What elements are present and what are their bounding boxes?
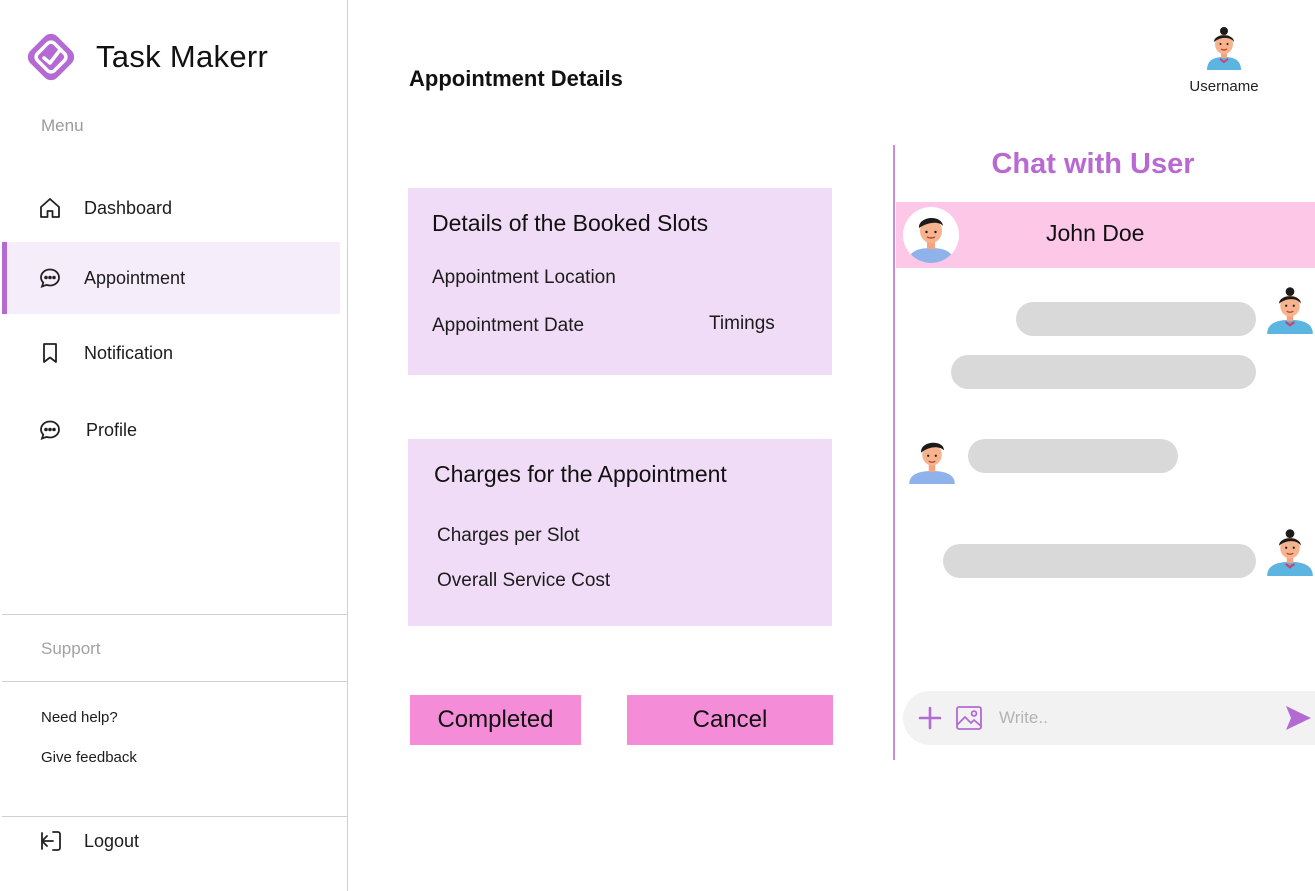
completed-button[interactable]: Completed bbox=[410, 695, 581, 745]
logout-icon bbox=[38, 828, 64, 854]
home-icon bbox=[38, 196, 62, 220]
sidebar-item-label: Notification bbox=[84, 342, 174, 363]
sidebar-item-label: Appointment bbox=[84, 267, 186, 288]
user-avatar-icon bbox=[1207, 27, 1241, 70]
sidebar-item-label: Profile bbox=[86, 419, 138, 440]
timings-label: Timings bbox=[709, 313, 775, 334]
contact-name: John Doe bbox=[1046, 220, 1145, 246]
sidebar-divider bbox=[2, 816, 348, 817]
chat-bubble-icon bbox=[38, 418, 62, 442]
user-profile[interactable]: Username bbox=[1176, 24, 1272, 95]
sidebar-divider bbox=[2, 614, 348, 615]
contact-avatar-icon bbox=[909, 442, 955, 484]
app-name: Task Makerr bbox=[96, 39, 269, 74]
logout-label: Logout bbox=[84, 830, 140, 851]
chat-message-bubble bbox=[951, 355, 1256, 389]
sidebar-item-dashboard[interactable]: Dashboard bbox=[2, 172, 340, 244]
chat-message-bubble bbox=[943, 544, 1256, 578]
logo-icon bbox=[27, 33, 75, 81]
appointment-date-label: Appointment Date bbox=[432, 315, 585, 336]
overall-service-cost-label: Overall Service Cost bbox=[437, 570, 611, 591]
chat-title: Chat with User bbox=[991, 148, 1195, 180]
chat-message-bubble bbox=[1016, 302, 1256, 336]
chat-message-input[interactable] bbox=[999, 701, 1269, 735]
app-window: Task Makerr Menu Dashboard Appointment N… bbox=[0, 0, 1315, 891]
chat-message-bubble bbox=[968, 439, 1178, 473]
username-label: Username bbox=[1189, 78, 1259, 95]
booked-slots-title: Details of the Booked Slots bbox=[432, 210, 709, 236]
page-title: Appointment Details bbox=[409, 66, 623, 91]
sidebar-item-label: Dashboard bbox=[84, 197, 173, 218]
support-section-label: Support bbox=[41, 639, 101, 658]
app-logo[interactable]: Task Makerr bbox=[24, 30, 268, 84]
give-feedback-link[interactable]: Give feedback bbox=[41, 749, 137, 766]
booked-slots-card: Details of the Booked Slots Appointment … bbox=[408, 188, 832, 375]
sidebar-item-notification[interactable]: Notification bbox=[2, 317, 340, 389]
contact-avatar-icon bbox=[903, 207, 959, 263]
chat-panel: Chat with User John Doe bbox=[893, 145, 1315, 760]
logout-button[interactable]: Logout bbox=[38, 828, 139, 854]
user-avatar-icon bbox=[1267, 287, 1313, 334]
need-help-link[interactable]: Need help? bbox=[41, 709, 118, 726]
appointment-location-label: Appointment Location bbox=[432, 267, 616, 288]
chat-composer bbox=[903, 691, 1315, 745]
menu-section-label: Menu bbox=[41, 116, 84, 135]
chat-bubble-icon bbox=[38, 266, 62, 290]
sidebar-item-appointment[interactable]: Appointment bbox=[2, 242, 340, 314]
charges-title: Charges for the Appointment bbox=[434, 461, 727, 487]
charges-per-slot-label: Charges per Slot bbox=[437, 525, 580, 546]
bookmark-icon bbox=[38, 341, 62, 365]
send-icon[interactable] bbox=[1283, 703, 1313, 733]
chat-user-header[interactable]: John Doe bbox=[896, 202, 1315, 268]
user-avatar-icon bbox=[1267, 529, 1313, 576]
sidebar-item-profile[interactable]: Profile bbox=[2, 394, 340, 466]
sidebar-divider bbox=[2, 681, 348, 682]
cancel-button[interactable]: Cancel bbox=[627, 695, 833, 745]
image-icon[interactable] bbox=[954, 703, 984, 733]
plus-icon[interactable] bbox=[917, 705, 943, 731]
sidebar: Task Makerr Menu Dashboard Appointment N… bbox=[0, 0, 348, 891]
charges-card: Charges for the Appointment Charges per … bbox=[408, 439, 832, 626]
